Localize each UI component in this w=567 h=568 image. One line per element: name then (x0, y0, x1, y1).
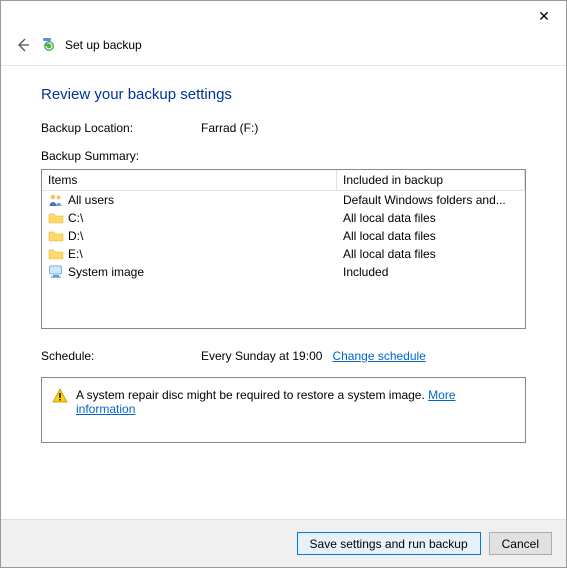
dialog-footer: Save settings and run backup Cancel (1, 519, 566, 567)
list-item-label: D:\ (68, 229, 83, 243)
wizard-header: Set up backup (1, 31, 566, 66)
list-item-included: Included (337, 265, 525, 279)
backup-wizard-icon (41, 37, 57, 53)
system-image-icon (48, 264, 64, 280)
schedule-value-wrap: Every Sunday at 19:00 Change schedule (201, 349, 426, 363)
backup-summary-list[interactable]: Items Included in backup All users Defau… (41, 169, 526, 329)
list-header: Items Included in backup (42, 170, 525, 191)
warning-box: A system repair disc might be required t… (41, 377, 526, 443)
schedule-label: Schedule: (41, 349, 201, 363)
save-and-run-button[interactable]: Save settings and run backup (297, 532, 481, 555)
backup-location-label: Backup Location: (41, 121, 201, 135)
change-schedule-link[interactable]: Change schedule (332, 349, 425, 363)
warning-text: A system repair disc might be required t… (76, 388, 428, 402)
table-row[interactable]: All users Default Windows folders and... (42, 191, 525, 209)
table-row[interactable]: E:\ All local data files (42, 245, 525, 263)
folder-icon (48, 246, 64, 262)
folder-icon (48, 210, 64, 226)
cancel-button[interactable]: Cancel (489, 532, 552, 555)
backup-location-row: Backup Location: Farrad (F:) (41, 121, 526, 135)
users-icon (48, 192, 64, 208)
list-item-included: All local data files (337, 211, 525, 225)
page-title: Review your backup settings (41, 86, 526, 103)
wizard-title: Set up backup (65, 38, 142, 52)
list-item-label: All users (68, 193, 114, 207)
list-item-included: Default Windows folders and... (337, 193, 525, 207)
backup-location-value: Farrad (F:) (201, 121, 258, 135)
titlebar: ✕ (1, 1, 566, 31)
table-row[interactable]: D:\ All local data files (42, 227, 525, 245)
list-item-label: System image (68, 265, 144, 279)
schedule-value: Every Sunday at 19:00 (201, 349, 322, 363)
list-item-label: E:\ (68, 247, 83, 261)
warning-icon (52, 388, 68, 404)
table-row[interactable]: System image Included (42, 263, 525, 281)
backup-summary-label: Backup Summary: (41, 149, 526, 163)
list-item-label: C:\ (68, 211, 83, 225)
folder-icon (48, 228, 64, 244)
list-item-included: All local data files (337, 247, 525, 261)
back-icon[interactable] (13, 35, 33, 55)
warning-text-wrap: A system repair disc might be required t… (76, 388, 515, 416)
column-header-items[interactable]: Items (42, 170, 337, 191)
close-button[interactable]: ✕ (522, 1, 566, 31)
content-area: Review your backup settings Backup Locat… (1, 66, 566, 443)
column-header-included[interactable]: Included in backup (337, 170, 525, 191)
list-item-included: All local data files (337, 229, 525, 243)
table-row[interactable]: C:\ All local data files (42, 209, 525, 227)
schedule-row: Schedule: Every Sunday at 19:00 Change s… (41, 349, 526, 363)
